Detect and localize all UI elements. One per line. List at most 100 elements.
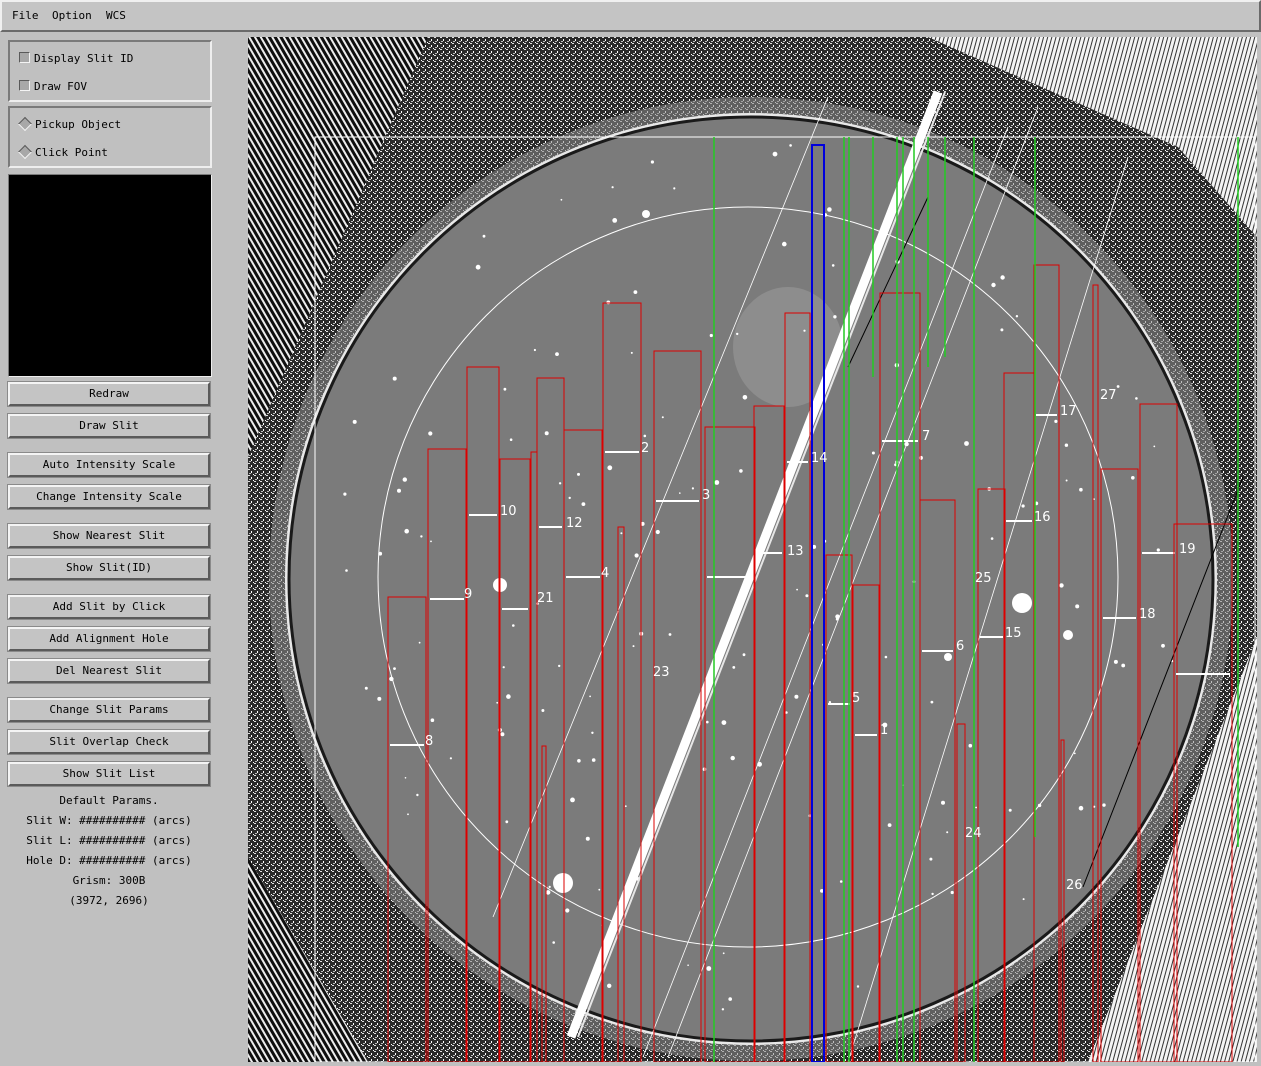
star xyxy=(1156,548,1160,552)
star xyxy=(404,777,407,779)
star xyxy=(730,755,735,761)
show-nearest-slit-button[interactable]: Show Nearest Slit xyxy=(8,524,210,548)
star xyxy=(418,641,421,644)
star xyxy=(1113,659,1118,664)
star xyxy=(950,890,954,895)
star xyxy=(964,441,969,446)
slit-width-value: Slit W: ########## (arcs) xyxy=(26,814,192,827)
star xyxy=(871,451,875,455)
slit-id-label: 23 xyxy=(653,665,670,680)
show-slit-id-button[interactable]: Show Slit(ID) xyxy=(8,556,210,580)
star xyxy=(430,718,435,722)
star xyxy=(541,709,545,712)
star xyxy=(975,806,977,809)
star xyxy=(946,831,949,834)
star xyxy=(392,376,397,381)
star xyxy=(929,857,933,861)
slit-id-label: 6 xyxy=(956,639,964,654)
star xyxy=(416,793,419,797)
bright-star xyxy=(1012,593,1032,613)
change-intensity-scale-button[interactable]: Change Intensity Scale xyxy=(8,485,210,509)
menu-option[interactable]: Option xyxy=(52,9,92,22)
slit-id-label: 13 xyxy=(787,544,804,559)
display-slit-id-label: Display Slit ID xyxy=(34,52,134,65)
star xyxy=(968,743,973,748)
show-slit-list-button[interactable]: Show Slit List xyxy=(8,762,210,786)
star xyxy=(887,823,892,827)
star xyxy=(397,488,401,493)
star xyxy=(839,880,843,883)
star xyxy=(990,537,994,540)
star xyxy=(661,416,664,419)
star xyxy=(1075,604,1080,609)
star xyxy=(782,241,787,247)
slit-overlap-check-button[interactable]: Slit Overlap Check xyxy=(8,730,210,754)
star xyxy=(742,653,746,657)
star xyxy=(402,477,407,482)
star xyxy=(1064,443,1069,447)
star xyxy=(650,160,654,164)
slit-id-label: 26 xyxy=(1066,878,1083,893)
star xyxy=(803,329,806,332)
zoom-preview xyxy=(8,174,212,377)
star xyxy=(1065,479,1068,482)
star xyxy=(796,588,798,591)
star xyxy=(1161,643,1165,648)
star xyxy=(589,695,591,698)
click-mode-group: Pickup Object Click Point xyxy=(8,106,212,168)
slit-id-label: 5 xyxy=(852,691,860,706)
star xyxy=(591,758,596,762)
change-slit-params-button[interactable]: Change Slit Params xyxy=(8,698,210,722)
star xyxy=(544,431,549,436)
grism-value: Grism: 300B xyxy=(72,874,146,887)
add-alignment-hole-button[interactable]: Add Alignment Hole xyxy=(8,627,210,651)
star xyxy=(1008,808,1012,812)
star xyxy=(624,805,627,808)
star xyxy=(1102,803,1106,807)
menu-file[interactable]: File xyxy=(12,9,39,22)
star xyxy=(505,820,509,824)
star xyxy=(687,964,689,966)
add-slit-by-click-button[interactable]: Add Slit by Click xyxy=(8,595,210,619)
slit-id-label: 7 xyxy=(922,429,930,444)
menu-wcs[interactable]: WCS xyxy=(106,9,126,22)
pickup-object-radio[interactable]: Pickup Object xyxy=(17,116,121,133)
draw-fov-label: Draw FOV xyxy=(34,80,87,93)
menu-bar: File Option WCS xyxy=(0,0,1261,32)
slit-id-label: 17 xyxy=(1060,404,1077,419)
bright-star xyxy=(944,653,952,661)
star xyxy=(1121,663,1126,668)
redraw-button[interactable]: Redraw xyxy=(8,382,210,406)
star xyxy=(789,144,792,147)
star xyxy=(930,700,934,704)
star xyxy=(548,885,551,889)
auto-intensity-scale-button[interactable]: Auto Intensity Scale xyxy=(8,453,210,477)
click-point-radio[interactable]: Click Point xyxy=(17,144,108,161)
star xyxy=(343,492,347,496)
star xyxy=(533,348,536,352)
slit-id-label: 1 xyxy=(880,723,888,738)
display-options-group: Display Slit ID Draw FOV xyxy=(8,40,212,102)
image-viewer[interactable]: 1 2 3 4 5 6 7 8 9 10 12 13 14 15 16 17 18 19 21 23 24 25 26 27 xyxy=(248,37,1257,1062)
sky-image-canvas[interactable]: 123456789101213141516171819212324252627 xyxy=(248,37,1257,1062)
radio-icon xyxy=(17,144,33,160)
display-slit-id-checkbox[interactable]: Display Slit ID xyxy=(19,51,133,67)
draw-slit-button[interactable]: Draw Slit xyxy=(8,414,210,438)
star xyxy=(721,720,727,725)
radio-icon xyxy=(17,116,33,132)
slit-id-label: 10 xyxy=(500,504,517,519)
control-panel: Display Slit ID Draw FOV Pickup Object C… xyxy=(0,32,244,1066)
star xyxy=(633,290,638,294)
slit-id-label: 18 xyxy=(1139,607,1156,622)
slit-id-label: 9 xyxy=(464,587,472,602)
star xyxy=(502,666,505,669)
star xyxy=(1022,898,1025,901)
star xyxy=(558,664,561,668)
star xyxy=(1059,583,1064,588)
draw-fov-checkbox[interactable]: Draw FOV xyxy=(19,79,87,95)
star xyxy=(512,624,515,627)
del-nearest-slit-button[interactable]: Del Nearest Slit xyxy=(8,659,210,683)
star xyxy=(500,732,505,737)
checkbox-icon xyxy=(19,52,30,63)
star xyxy=(991,282,996,288)
